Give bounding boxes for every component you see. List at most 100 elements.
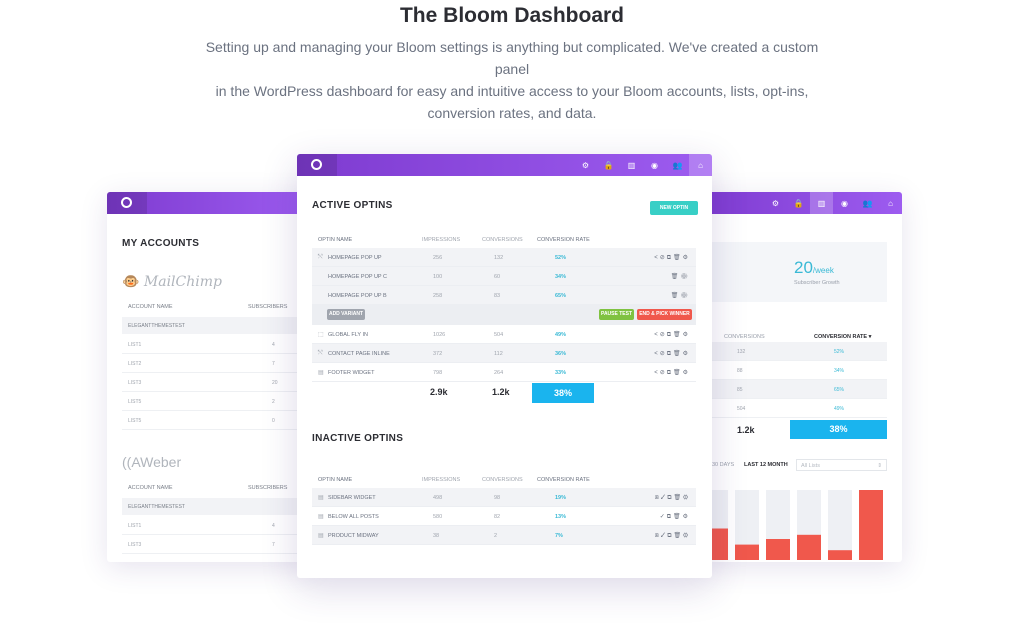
active-table-header: Optin Name Impressions Conversions Conve… bbox=[312, 232, 696, 248]
conversions-value: 83 bbox=[494, 293, 501, 299]
list-item[interactable]: List5 0 bbox=[122, 411, 302, 430]
end-pick-winner-button[interactable]: End & Pick Winner bbox=[637, 309, 692, 320]
conversions-value: 132 bbox=[494, 255, 504, 261]
table-row[interactable]: 85 65% bbox=[712, 380, 887, 399]
col-impressions: Impressions bbox=[422, 477, 461, 483]
conversions-value: 2 bbox=[494, 533, 498, 539]
account-group[interactable]: Elegantthemestest bbox=[122, 317, 302, 334]
list-name: List5 bbox=[128, 399, 142, 405]
table-row[interactable]: 88 34% bbox=[712, 361, 887, 380]
list-item[interactable]: List3 7 bbox=[122, 535, 302, 554]
page-title: The Bloom Dashboard bbox=[399, 4, 625, 27]
mailchimp-brand: MailChimp bbox=[143, 274, 222, 290]
col-conversion-rate: Conversion Rate bbox=[537, 237, 590, 243]
users-icon[interactable]: 👥 bbox=[856, 192, 879, 214]
account-group[interactable]: Elegantthemestest bbox=[122, 498, 302, 515]
lock-icon[interactable]: 🔒 bbox=[597, 154, 620, 176]
subscriber-bar-chart bbox=[704, 490, 883, 560]
rate-value: 7% bbox=[555, 533, 563, 539]
home-icon[interactable]: ⌂ bbox=[879, 192, 902, 214]
row-actions[interactable]: ⧈✓⧉🗑⚙ bbox=[655, 532, 690, 540]
table-row[interactable]: 132 52% bbox=[712, 342, 887, 361]
bar-chart-icon[interactable]: ▥ bbox=[810, 192, 833, 214]
pause-test-button[interactable]: Pause Test bbox=[599, 309, 634, 320]
home-icon[interactable]: ⌂ bbox=[689, 154, 712, 176]
col-conversion-rate: Conversion Rate bbox=[537, 477, 590, 483]
list-name: List3 bbox=[128, 380, 142, 386]
period-30-days[interactable]: 30 Days bbox=[712, 462, 734, 468]
conversions-value: 88 bbox=[737, 368, 743, 374]
top-nav: ⚙ 🔒 ▥ ◉ 👥 ⌂ bbox=[574, 154, 712, 176]
bar-chart-icon[interactable]: ▥ bbox=[620, 154, 643, 176]
row-actions[interactable]: <⊘⧉🗑⚙ bbox=[654, 369, 690, 377]
subscriber-count: 20 bbox=[272, 380, 278, 386]
optin-name: Global Fly In bbox=[328, 332, 368, 338]
account-group-name: Elegantthemestest bbox=[128, 323, 185, 329]
bloom-logo[interactable] bbox=[107, 192, 147, 214]
col-conversions[interactable]: Conversions bbox=[724, 334, 765, 340]
bloom-logo-icon bbox=[121, 197, 132, 208]
table-row[interactable]: ▤ Sidebar Widget 498 98 19% ⧈✓⧉🗑⚙ bbox=[312, 488, 696, 507]
globe-icon[interactable]: ◉ bbox=[643, 154, 666, 176]
optin-name: Sidebar Widget bbox=[328, 495, 376, 501]
subtitle-line: conversion rates, and data. bbox=[427, 105, 597, 121]
subscriber-count: 4 bbox=[272, 523, 275, 529]
list-select[interactable]: All Lists ⇕ bbox=[796, 459, 887, 471]
lock-icon[interactable]: 🔒 bbox=[787, 192, 810, 214]
optins-panel: ⚙ 🔒 ▥ ◉ 👥 ⌂ Active Optins New Optin Optin Nam… bbox=[297, 154, 712, 578]
conversions-value: 504 bbox=[494, 332, 504, 338]
active-optins-heading: Active Optins bbox=[312, 200, 393, 211]
row-actions[interactable]: 🗑⚙ bbox=[671, 273, 690, 280]
bar bbox=[766, 539, 790, 560]
list-item[interactable]: List1 4 bbox=[122, 335, 302, 354]
rate-value: 33% bbox=[555, 370, 567, 376]
total-conversions: 1.2k bbox=[737, 425, 755, 435]
table-row[interactable]: Homepage Pop Up C 100 60 34% 🗑⚙ bbox=[312, 267, 696, 286]
list-name: List1 bbox=[128, 342, 142, 348]
add-variant-button[interactable]: Add Variant bbox=[327, 309, 365, 320]
col-subscribers: Subscribers bbox=[248, 304, 288, 310]
subtitle-line: in the WordPress dashboard for easy and … bbox=[215, 83, 809, 99]
select-arrow-icon: ⇕ bbox=[877, 463, 882, 469]
rate-value: 65% bbox=[834, 387, 845, 393]
optin-name: Below All Posts bbox=[328, 514, 379, 520]
subscriber-count: 7 bbox=[272, 542, 275, 548]
row-actions[interactable]: <⊘⧉🗑⚙ bbox=[654, 350, 690, 358]
list-item[interactable]: List2 7 bbox=[122, 354, 302, 373]
globe-icon[interactable]: ◉ bbox=[833, 192, 856, 214]
users-icon[interactable]: 👥 bbox=[666, 154, 689, 176]
stats-panel: ⚙ 🔒 ▥ ◉ 👥 ⌂ 20/week Subscriber Growth Convers… bbox=[700, 192, 902, 562]
optin-name: Homepage Pop Up bbox=[328, 255, 382, 261]
table-row[interactable]: ⤲ Homepage Pop Up 256 132 52% <⊘⧉🗑⚙ bbox=[312, 248, 696, 267]
rate-value: 52% bbox=[555, 255, 567, 261]
period-12-months[interactable]: Last 12 Month bbox=[744, 462, 788, 468]
list-item[interactable]: List1 4 bbox=[122, 516, 302, 535]
table-row[interactable]: 504 49% bbox=[712, 399, 887, 418]
accounts-panel: My Accounts 🐵 MailChimp Account Name Sub… bbox=[107, 192, 312, 562]
accounts-table-header: Account Name Subscribers bbox=[122, 298, 302, 315]
table-row[interactable]: ▤ Footer Widget 798 264 33% <⊘⧉🗑⚙ bbox=[312, 363, 696, 382]
row-actions[interactable]: <⊘⧉🗑⚙ bbox=[654, 254, 690, 262]
row-actions[interactable]: 🗑⚙ bbox=[671, 292, 690, 299]
conversions-value: 98 bbox=[494, 495, 501, 501]
gear-icon[interactable]: ⚙ bbox=[764, 192, 787, 214]
total-rate: 38% bbox=[532, 383, 594, 403]
table-row[interactable]: ⤲ Contact Page Inline 372 112 36% <⊘⧉🗑⚙ bbox=[312, 344, 696, 363]
new-optin-button[interactable]: New Optin bbox=[650, 201, 698, 215]
gear-icon[interactable]: ⚙ bbox=[574, 154, 597, 176]
list-item[interactable]: List3 20 bbox=[122, 373, 302, 392]
table-row[interactable]: ▤ Product Midway 38 2 7% ⧈✓⧉🗑⚙ bbox=[312, 526, 696, 545]
table-row[interactable]: ⬚ Global Fly In 1026 504 49% <⊘⧉🗑⚙ bbox=[312, 325, 696, 344]
row-actions[interactable]: <⊘⧉🗑⚙ bbox=[654, 331, 690, 339]
rate-value: 36% bbox=[555, 351, 567, 357]
conversions-value: 60 bbox=[494, 274, 501, 280]
list-item[interactable]: List5 2 bbox=[122, 392, 302, 411]
table-row[interactable]: Homepage Pop Up B 258 83 65% 🗑⚙ bbox=[312, 286, 696, 305]
table-row[interactable]: ▤ Below All Posts 580 82 13% ✓⧉🗑⚙ bbox=[312, 507, 696, 526]
bloom-logo[interactable] bbox=[297, 154, 337, 176]
row-actions[interactable]: ⧈✓⧉🗑⚙ bbox=[655, 494, 690, 502]
conversions-value: 504 bbox=[737, 406, 746, 412]
row-actions[interactable]: ✓⧉🗑⚙ bbox=[660, 513, 690, 521]
conversions-value: 132 bbox=[737, 349, 746, 355]
col-conversion-rate[interactable]: Conversion Rate ▾ bbox=[814, 334, 871, 340]
